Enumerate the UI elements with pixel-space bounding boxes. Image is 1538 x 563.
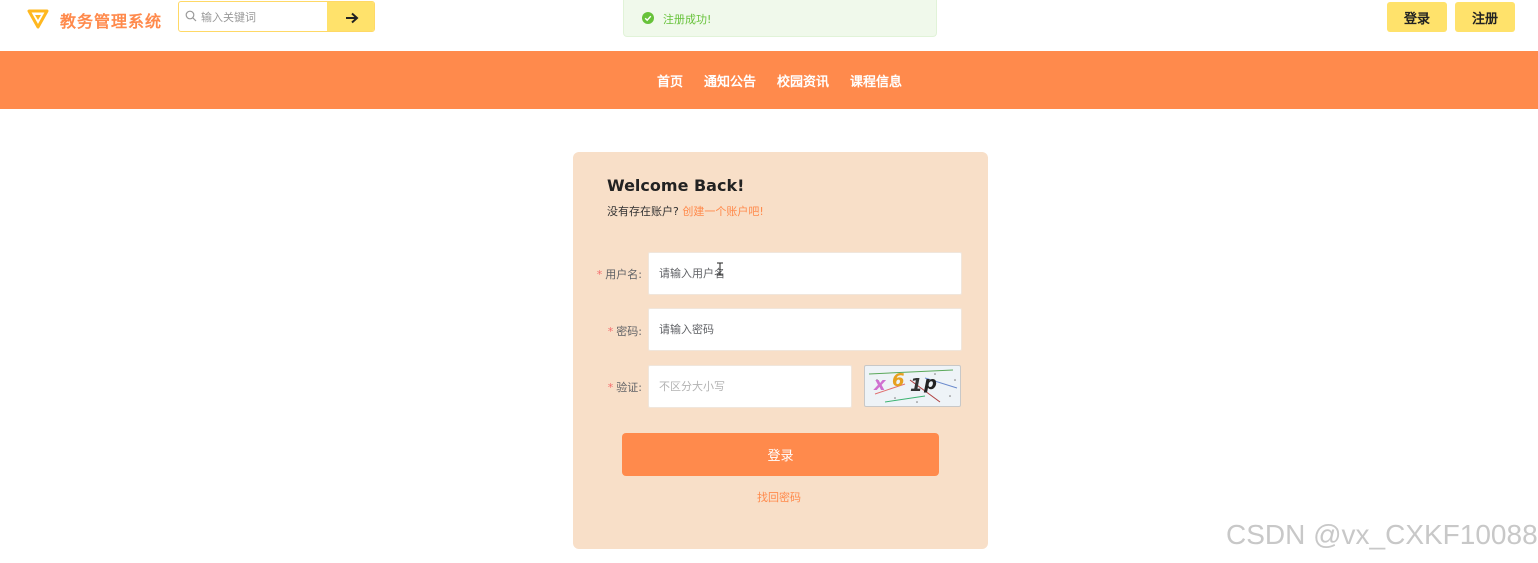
success-toast: 注册成功!: [623, 0, 937, 37]
username-field[interactable]: [648, 252, 962, 295]
success-check-icon: [642, 12, 654, 24]
captcha-char-4: p: [923, 373, 937, 394]
search-box: [178, 1, 375, 32]
logo-icon: [27, 9, 49, 29]
login-card: Welcome Back! 没有存在账户? 创建一个账户吧! *用户名: *密码…: [573, 152, 988, 549]
captcha-char-3: 1: [910, 375, 923, 396]
required-mark: *: [607, 381, 614, 394]
toast-message: 注册成功!: [663, 13, 712, 26]
captcha-char-1: x: [873, 374, 887, 395]
login-button[interactable]: 登录: [622, 433, 939, 476]
username-label: * 用户名:: [594, 266, 642, 282]
app-title: 教务管理系统: [60, 12, 163, 31]
main-nav: 首页 通知公告 校园资讯 课程信息: [0, 51, 1538, 109]
captcha-noise: x 6 1 p: [868, 369, 958, 403]
forgot-password-link[interactable]: 找回密码: [757, 489, 801, 505]
required-mark: *: [596, 268, 603, 281]
card-title: Welcome Back!: [607, 176, 745, 195]
username-label-text: 用户名:: [605, 268, 642, 281]
required-mark: *: [607, 325, 614, 338]
password-field[interactable]: [648, 308, 962, 351]
nav-item-campus-news[interactable]: 校园资讯: [777, 71, 829, 90]
header-login-button[interactable]: 登录: [1387, 2, 1447, 32]
watermark: CSDN @vx_CXKF10088: [1226, 519, 1538, 550]
nav-item-notices[interactable]: 通知公告: [704, 71, 756, 90]
search-icon: [185, 10, 197, 22]
captcha-char-2: 6: [892, 370, 905, 391]
header-register-button[interactable]: 注册: [1455, 2, 1515, 32]
nav-item-home[interactable]: 首页: [657, 71, 683, 90]
captcha-label: * 验证:: [594, 379, 642, 395]
search-button[interactable]: [327, 2, 374, 31]
no-account-line: 没有存在账户? 创建一个账户吧!: [607, 203, 764, 219]
captcha-label-text: 验证:: [616, 381, 642, 394]
top-bar: 教务管理系统 注册成功! 登录 注册: [0, 0, 1538, 51]
create-account-link[interactable]: 创建一个账户吧!: [682, 205, 763, 218]
captcha-field[interactable]: [648, 365, 852, 408]
password-label-text: 密码:: [616, 325, 642, 338]
password-label: * 密码:: [594, 323, 642, 339]
nav-item-courses[interactable]: 课程信息: [850, 71, 902, 90]
captcha-image[interactable]: x 6 1 p: [864, 365, 961, 407]
text-cursor-icon: [717, 262, 723, 276]
search-input[interactable]: [201, 6, 321, 28]
no-account-text: 没有存在账户?: [607, 205, 679, 218]
arrow-right-icon: [345, 12, 358, 23]
